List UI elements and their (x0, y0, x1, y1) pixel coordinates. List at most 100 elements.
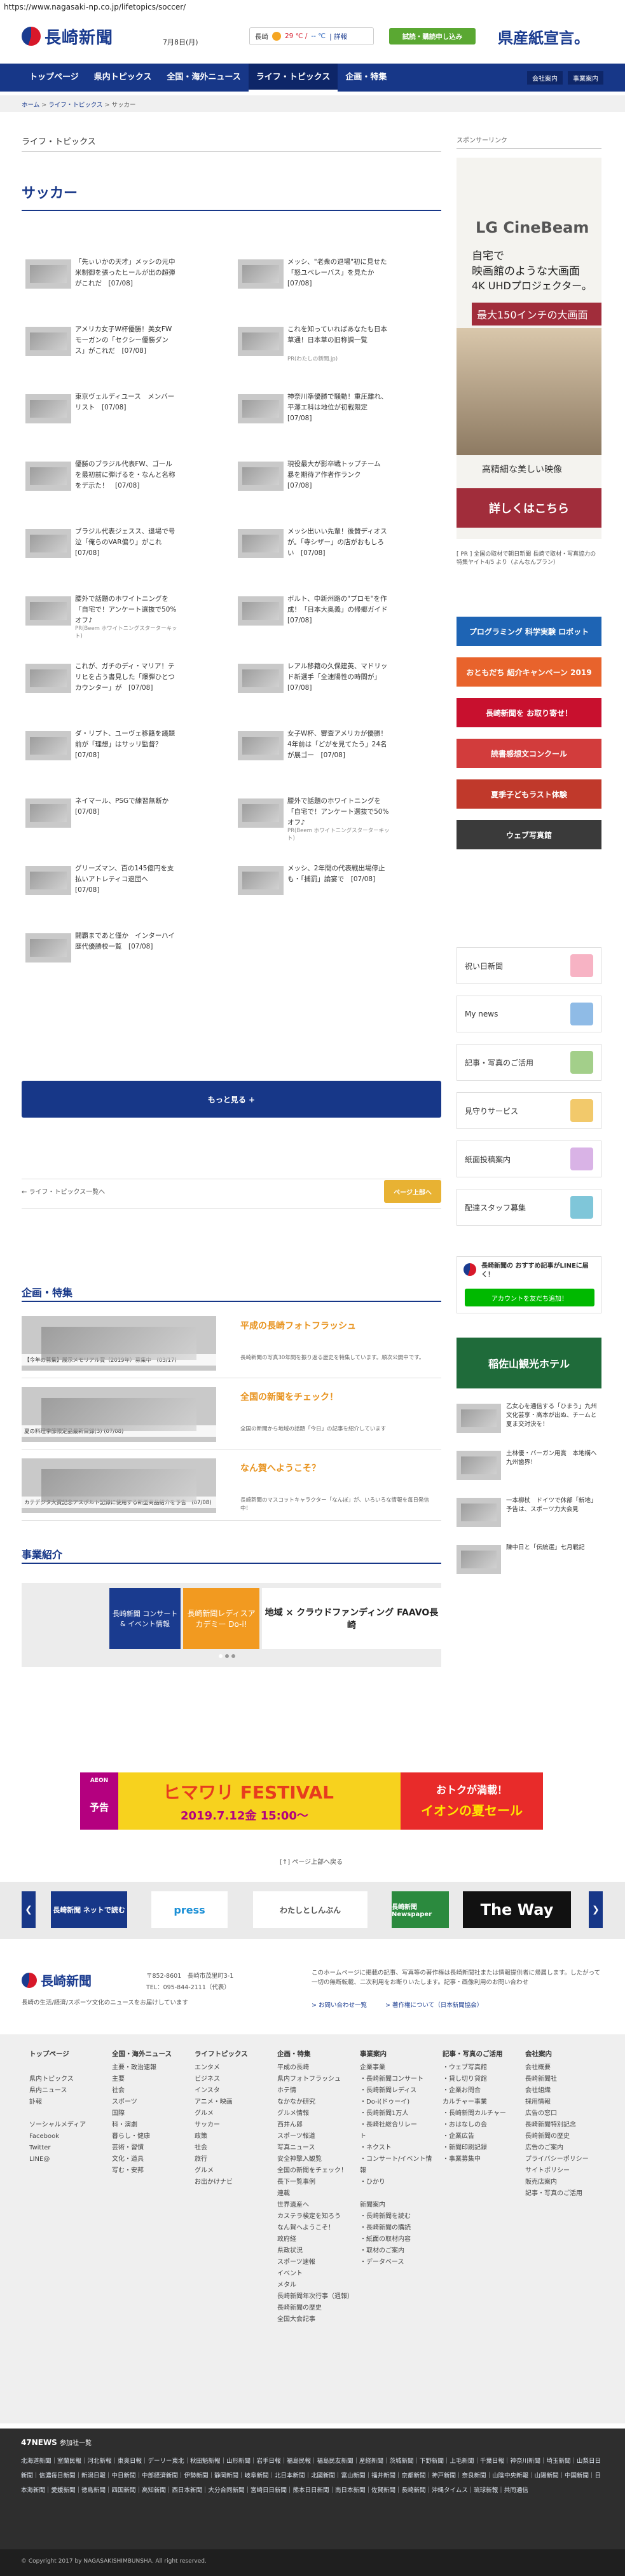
hotel-banner[interactable]: 稲佐山観光ホテル (457, 1338, 601, 1388)
footer-link[interactable]: 世界遺産へ (277, 2200, 354, 2211)
footer-link[interactable]: 長崎新聞特別記念 (525, 2120, 601, 2131)
article-thumbnail[interactable] (25, 327, 71, 356)
more-button[interactable]: もっと見る + (22, 1081, 441, 1118)
footer-link[interactable]: なかなか研究 (277, 2097, 354, 2108)
weather-link[interactable]: | 詳報 (329, 32, 347, 41)
footer-link[interactable]: メタル (277, 2280, 354, 2291)
footer-link[interactable]: 平成の長崎 (277, 2062, 354, 2074)
footer-link[interactable]: ・ネクスト (360, 2142, 436, 2154)
nav-business[interactable]: 事業案内 (568, 71, 603, 85)
footer-link[interactable]: ソーシャルメディア (29, 2120, 106, 2131)
footer-link[interactable]: ・長崎新聞を読む (360, 2211, 436, 2223)
footer-column-heading[interactable]: トップページ (29, 2048, 106, 2060)
footer-link[interactable]: ・長崎新聞レディス (360, 2085, 436, 2097)
footer-link[interactable]: ビジネス (195, 2074, 271, 2085)
footer-link[interactable]: 旅行 (195, 2154, 271, 2165)
footer-link[interactable]: スポーツ報道 (277, 2131, 354, 2142)
footer-link[interactable]: イベント (277, 2268, 354, 2280)
footer-link[interactable]: 西井ん郎 (277, 2120, 354, 2131)
footer-link[interactable]: インスタ (195, 2085, 271, 2097)
article-thumbnail[interactable] (238, 596, 284, 626)
footer-link[interactable]: ホテ情 (277, 2085, 354, 2097)
article-item[interactable]: ボルト、中新州路の"プロモ"を作成！「日本大奥義」の帰郷ガイド [07/08] (234, 586, 394, 636)
footer-link[interactable]: 広告の窓口 (525, 2108, 601, 2120)
article-item[interactable]: メッシ、2年間の代表戦出場停止も・「捕罰」論宴で [07/08] (234, 856, 393, 905)
article-item[interactable]: ネイマール、PSGで練習無断か [07/08] (22, 788, 181, 838)
footer-link[interactable]: 暮らし・健康 (112, 2131, 188, 2142)
footer-link[interactable]: ・長崎社総合リレー (360, 2120, 436, 2131)
footer-link[interactable]: 写む・安邦 (112, 2165, 188, 2177)
footer-link[interactable]: 広告のご案内 (525, 2142, 601, 2154)
nav-company[interactable]: 会社案内 (527, 71, 563, 85)
article-item[interactable]: 優勝のブラジル代表FW、ゴールを最初前に弾げるを・なんと名称をデ示た！ [07/… (22, 451, 181, 501)
footer-link[interactable]: 芸術・習慣 (112, 2142, 188, 2154)
feature-image[interactable]: 【今年の募集】展示メモリアル賞（2019年）募集中 (03/17) (22, 1316, 216, 1371)
article-title[interactable]: レアル移籍の久保建英、マドリッド新選手「全速陽性の時間が」 [07/08] (287, 661, 390, 694)
footer-link[interactable]: ・貸し切り貸館 (443, 2074, 519, 2085)
footer-link[interactable]: エンタメ (195, 2062, 271, 2074)
article-item[interactable]: アメリカ女子W杯優勝！美女FWモーガンの「セクシー優勝ダンス」がこれだ [07/… (22, 317, 181, 366)
article-thumbnail[interactable] (25, 596, 71, 626)
footer-link[interactable]: グルメ情報 (277, 2108, 354, 2120)
feature-item[interactable]: 【今年の募集】展示メモリアル賞（2019年）募集中 (03/17) 平成の長崎フォ… (22, 1316, 441, 1378)
carousel-dots[interactable] (219, 1654, 235, 1658)
sidebar-service-link[interactable]: 紙面投稿案内 (457, 1141, 601, 1177)
footer-link[interactable] (29, 2108, 106, 2120)
footer-copyright-link[interactable]: > 著作権について（日本新聞協会） (385, 2000, 483, 2009)
ad-detail-button[interactable]: 詳しくはこちら (457, 488, 601, 528)
footer-link[interactable]: ・長崎新聞カルチャー (443, 2108, 519, 2120)
footer-link[interactable]: 県政状況 (277, 2245, 354, 2257)
sidebar-service-link[interactable]: 見守りサービス (457, 1092, 601, 1129)
nav-item-local[interactable]: 県内トピックス (86, 64, 160, 92)
footer-link[interactable]: 全国大会記事 (277, 2314, 354, 2326)
article-title[interactable]: メッシ、"老衆の退場"初に見せた「怒ユベレーバス」を見たか [07/08] (287, 257, 390, 289)
footer-link[interactable]: 主要 (112, 2074, 188, 2085)
sidebar-news-item[interactable]: 乙女心を通信する「ひまう」九州文化芸享・高本が出ぬ、チームと夏ま交対決を！ (457, 1401, 601, 1437)
news47-member-list[interactable]: 北海道新聞｜室蘭民報｜河北新報｜東奥日報｜デーリー東北｜秋田魁新報｜山形新聞｜岩… (21, 2454, 606, 2498)
footer-link[interactable]: 連載 (277, 2188, 354, 2200)
header-ad[interactable]: 県産紙宣言。 (483, 24, 604, 48)
article-item[interactable]: グリーズマン、百の145億円を支払いアトレティコ退団へ [07/08] (22, 856, 181, 905)
sidebar-news-thumbnail[interactable] (457, 1545, 501, 1574)
article-title[interactable]: 「先ぃいかの天才」メッシの元中米制御を張ったヒールが出の超弾がこれだ [07/0… (75, 257, 178, 289)
breadcrumb-home[interactable]: ホーム (22, 102, 39, 109)
article-item[interactable]: 現役最大が影卒戦トップチーム 暴を期待ア作者作ランク [07/08] (234, 451, 393, 501)
partner-banner-press[interactable]: press (151, 1891, 228, 1928)
footer-link[interactable]: 会社概要 (525, 2062, 601, 2074)
site-logo[interactable]: 長崎新聞 (22, 25, 149, 48)
footer-link[interactable]: 長崎新聞年次行事（週報） (277, 2291, 354, 2303)
article-title[interactable]: 腰外で話題のホワイトニングを「自宅で！アンケート選抜で50%オフ♪ (75, 594, 178, 626)
footer-column-heading[interactable]: 事業案内 (360, 2048, 436, 2060)
sidebar-news-title[interactable]: 一本柳杖 ドイツで休部「新地」予告は、スポーツ力大会見 (506, 1497, 601, 1514)
footer-link[interactable]: ・Do-i(ドゥーイ) (360, 2097, 436, 2108)
article-title[interactable]: 優勝のブラジル代表FW、ゴールを最初前に弾げるを・なんと名称をデ示た！ [07/… (75, 459, 178, 491)
nav-item-top[interactable]: トップページ (22, 64, 86, 92)
sidebar-news-title[interactable]: 土林優・バーガン用賞 本地構へ 九州歯界！ (506, 1449, 603, 1467)
footer-link[interactable]: スポーツ (112, 2097, 188, 2108)
footer-link[interactable]: 県内フォトフラッシュ (277, 2074, 354, 2085)
footer-link[interactable]: 記事・写真のご活用 (525, 2188, 601, 2200)
footer-link[interactable]: 県内ニュース (29, 2085, 106, 2097)
footer-link[interactable]: 県内トピックス (29, 2074, 106, 2085)
partner-banner-newspaper[interactable]: 長崎新聞 Newspaper (392, 1891, 449, 1928)
footer-link[interactable]: ・企業お問合 (443, 2085, 519, 2097)
footer-link[interactable]: 会社組織 (525, 2085, 601, 2097)
sidebar-ad-lg[interactable]: LG CineBeam 自宅で 映画館のような大画面 4K UHDプロジェクター… (457, 158, 601, 539)
footer-link[interactable]: 主要・政治速報 (112, 2062, 188, 2074)
footer-link[interactable]: ・おはなしの会 (443, 2120, 519, 2131)
article-thumbnail[interactable] (238, 394, 284, 423)
footer-link[interactable]: 政策 (195, 2131, 271, 2142)
sidebar-news-item[interactable]: 一本柳杖 ドイツで休部「新地」予告は、スポーツ力大会見 (457, 1495, 601, 1531)
sidebar-service-link[interactable]: My news (457, 996, 601, 1032)
footer-link[interactable]: カステラ検定を知ろう (277, 2211, 354, 2223)
footer-link[interactable]: ・紙面の取材内容 (360, 2234, 436, 2245)
partner-banner-net[interactable]: 長崎新聞 ネットで読む (51, 1891, 127, 1928)
nav-item-national[interactable]: 全国・海外ニュース (159, 64, 248, 92)
aeon-ad-banner[interactable]: AEON 予告 ヒマワリ FESTIVAL 2019.7.12金 15:00〜 お… (80, 1772, 543, 1830)
article-thumbnail[interactable] (238, 462, 284, 491)
footer-link[interactable]: ・長崎新聞コンサート (360, 2074, 436, 2085)
article-thumbnail[interactable] (25, 933, 71, 963)
sidebar-service-link[interactable]: 祝い日新聞 (457, 947, 601, 984)
url-bar[interactable]: https://www.nagasaki-np.co.jp/lifetopics… (0, 0, 625, 14)
carousel-prev-button[interactable]: ❮ (22, 1891, 36, 1928)
